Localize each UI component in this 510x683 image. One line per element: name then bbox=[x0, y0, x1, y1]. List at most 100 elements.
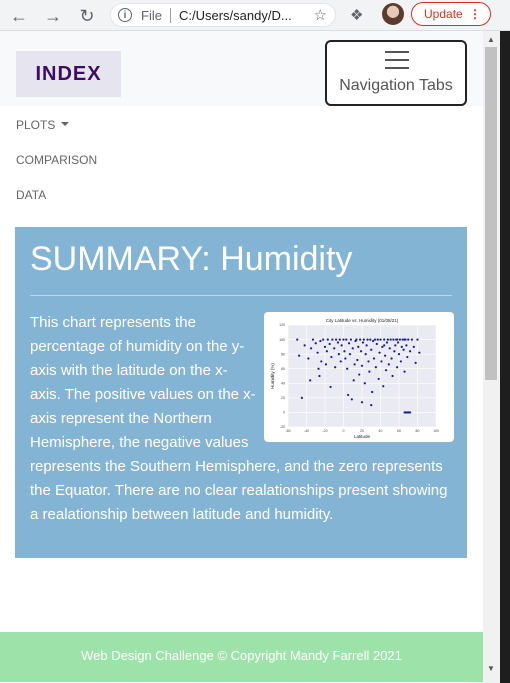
data-point bbox=[376, 338, 379, 341]
navbar-brand[interactable]: INDEX bbox=[16, 51, 121, 97]
data-point bbox=[365, 344, 368, 347]
extensions-puzzle-icon[interactable]: ❖ bbox=[350, 6, 363, 24]
y-tick-label: 60 bbox=[281, 367, 285, 371]
data-point bbox=[317, 367, 320, 370]
data-point bbox=[333, 347, 336, 350]
data-point bbox=[324, 363, 328, 366]
nav-item-plots[interactable]: PLOTS bbox=[16, 117, 97, 152]
data-point bbox=[384, 369, 388, 372]
data-point bbox=[383, 344, 386, 347]
data-point bbox=[300, 396, 303, 399]
data-point bbox=[405, 344, 408, 347]
data-point bbox=[360, 364, 364, 367]
data-point bbox=[314, 342, 317, 345]
data-point bbox=[346, 367, 349, 370]
data-point bbox=[372, 357, 376, 360]
scrollbar-thumb[interactable] bbox=[485, 47, 497, 380]
data-point bbox=[336, 341, 340, 344]
data-point bbox=[326, 338, 329, 341]
forward-arrow-icon[interactable]: → bbox=[42, 5, 64, 27]
x-tick-label: 0 bbox=[343, 429, 345, 433]
data-point bbox=[355, 338, 358, 341]
data-point bbox=[366, 338, 369, 341]
profile-avatar[interactable] bbox=[382, 3, 404, 25]
data-point bbox=[371, 390, 374, 394]
data-point bbox=[400, 345, 403, 348]
footer-copyright: Web Design Challenge © Copyright Mandy F… bbox=[81, 648, 402, 663]
info-icon[interactable]: i bbox=[118, 8, 132, 22]
navbar: INDEX Navigation Tabs bbox=[0, 31, 483, 106]
data-point bbox=[310, 347, 313, 350]
scroll-up-icon[interactable]: ▲ bbox=[487, 35, 495, 44]
bookmark-star-icon[interactable]: ☆ bbox=[314, 6, 327, 24]
data-point bbox=[357, 345, 360, 348]
data-point bbox=[372, 339, 375, 343]
web-page: INDEX Navigation Tabs PLOTS COMPARISON D… bbox=[0, 31, 483, 683]
data-point bbox=[309, 379, 312, 382]
data-point bbox=[307, 357, 310, 360]
data-point bbox=[403, 338, 406, 341]
data-point bbox=[416, 338, 419, 341]
data-point bbox=[398, 338, 402, 341]
data-point bbox=[362, 338, 365, 341]
url-text[interactable]: C:/Users/sandy/D... bbox=[179, 8, 299, 23]
data-point bbox=[393, 350, 396, 353]
data-point bbox=[375, 342, 378, 346]
data-point bbox=[318, 374, 321, 378]
scroll-down-icon[interactable]: ▼ bbox=[487, 664, 495, 673]
humidity-chart-thumbnail[interactable]: City Latitude vs. Humidity (01/08/21) -6… bbox=[264, 312, 454, 442]
data-point bbox=[403, 370, 406, 373]
navbar-toggle-label: Navigation Tabs bbox=[339, 77, 453, 94]
data-point bbox=[379, 338, 382, 341]
x-tick-label: -40 bbox=[304, 429, 309, 433]
y-tick-label: 120 bbox=[279, 323, 285, 327]
address-bar[interactable]: i File C:/Users/sandy/D... ☆ bbox=[110, 3, 336, 27]
data-point bbox=[328, 342, 331, 346]
page-scrollbar[interactable]: ▲ ▼ bbox=[483, 31, 500, 683]
data-point bbox=[323, 345, 327, 348]
more-menu-icon[interactable]: ⋮ bbox=[469, 3, 481, 25]
caret-down-icon bbox=[61, 121, 70, 126]
data-point bbox=[330, 355, 333, 359]
data-point bbox=[380, 360, 383, 363]
data-point bbox=[383, 338, 386, 341]
back-arrow-icon[interactable]: ← bbox=[8, 5, 30, 27]
data-point bbox=[349, 338, 352, 341]
data-point bbox=[351, 347, 354, 350]
data-point bbox=[368, 370, 371, 373]
data-point bbox=[396, 341, 400, 344]
data-point bbox=[347, 342, 351, 345]
y-tick-label: 80 bbox=[281, 352, 285, 356]
data-point bbox=[397, 353, 401, 356]
data-point bbox=[391, 374, 394, 378]
data-point bbox=[331, 338, 334, 341]
data-point bbox=[392, 338, 395, 341]
y-tick-label: -20 bbox=[280, 425, 285, 429]
chart-title: City Latitude vs. Humidity (01/08/21) bbox=[326, 318, 399, 323]
navbar-toggle-button[interactable]: Navigation Tabs bbox=[325, 40, 467, 106]
nav-item-comparison[interactable]: COMPARISON bbox=[16, 152, 97, 187]
data-point bbox=[359, 338, 362, 341]
data-point bbox=[370, 404, 373, 407]
reload-icon[interactable]: ↻ bbox=[76, 5, 98, 27]
data-point bbox=[409, 411, 412, 414]
data-point bbox=[319, 339, 322, 343]
update-button[interactable]: Update ⋮ bbox=[411, 2, 491, 26]
y-tick-label: 40 bbox=[281, 381, 285, 385]
scatter-chart: City Latitude vs. Humidity (01/08/21) -6… bbox=[270, 318, 439, 439]
data-point bbox=[340, 344, 343, 347]
update-label: Update bbox=[424, 7, 463, 21]
data-point bbox=[342, 338, 345, 341]
data-point bbox=[387, 363, 390, 366]
data-point bbox=[347, 393, 350, 397]
x-axis-label: Latitude bbox=[354, 434, 371, 439]
summary-title: SUMMARY: Humidity bbox=[30, 240, 353, 278]
data-point bbox=[364, 353, 367, 356]
data-point bbox=[322, 338, 325, 341]
nav-item-data[interactable]: DATA bbox=[16, 187, 97, 222]
data-point bbox=[396, 366, 399, 369]
nav-item-label: PLOTS bbox=[16, 118, 56, 132]
data-point bbox=[344, 357, 347, 360]
data-point bbox=[358, 373, 361, 376]
data-point bbox=[316, 351, 319, 354]
